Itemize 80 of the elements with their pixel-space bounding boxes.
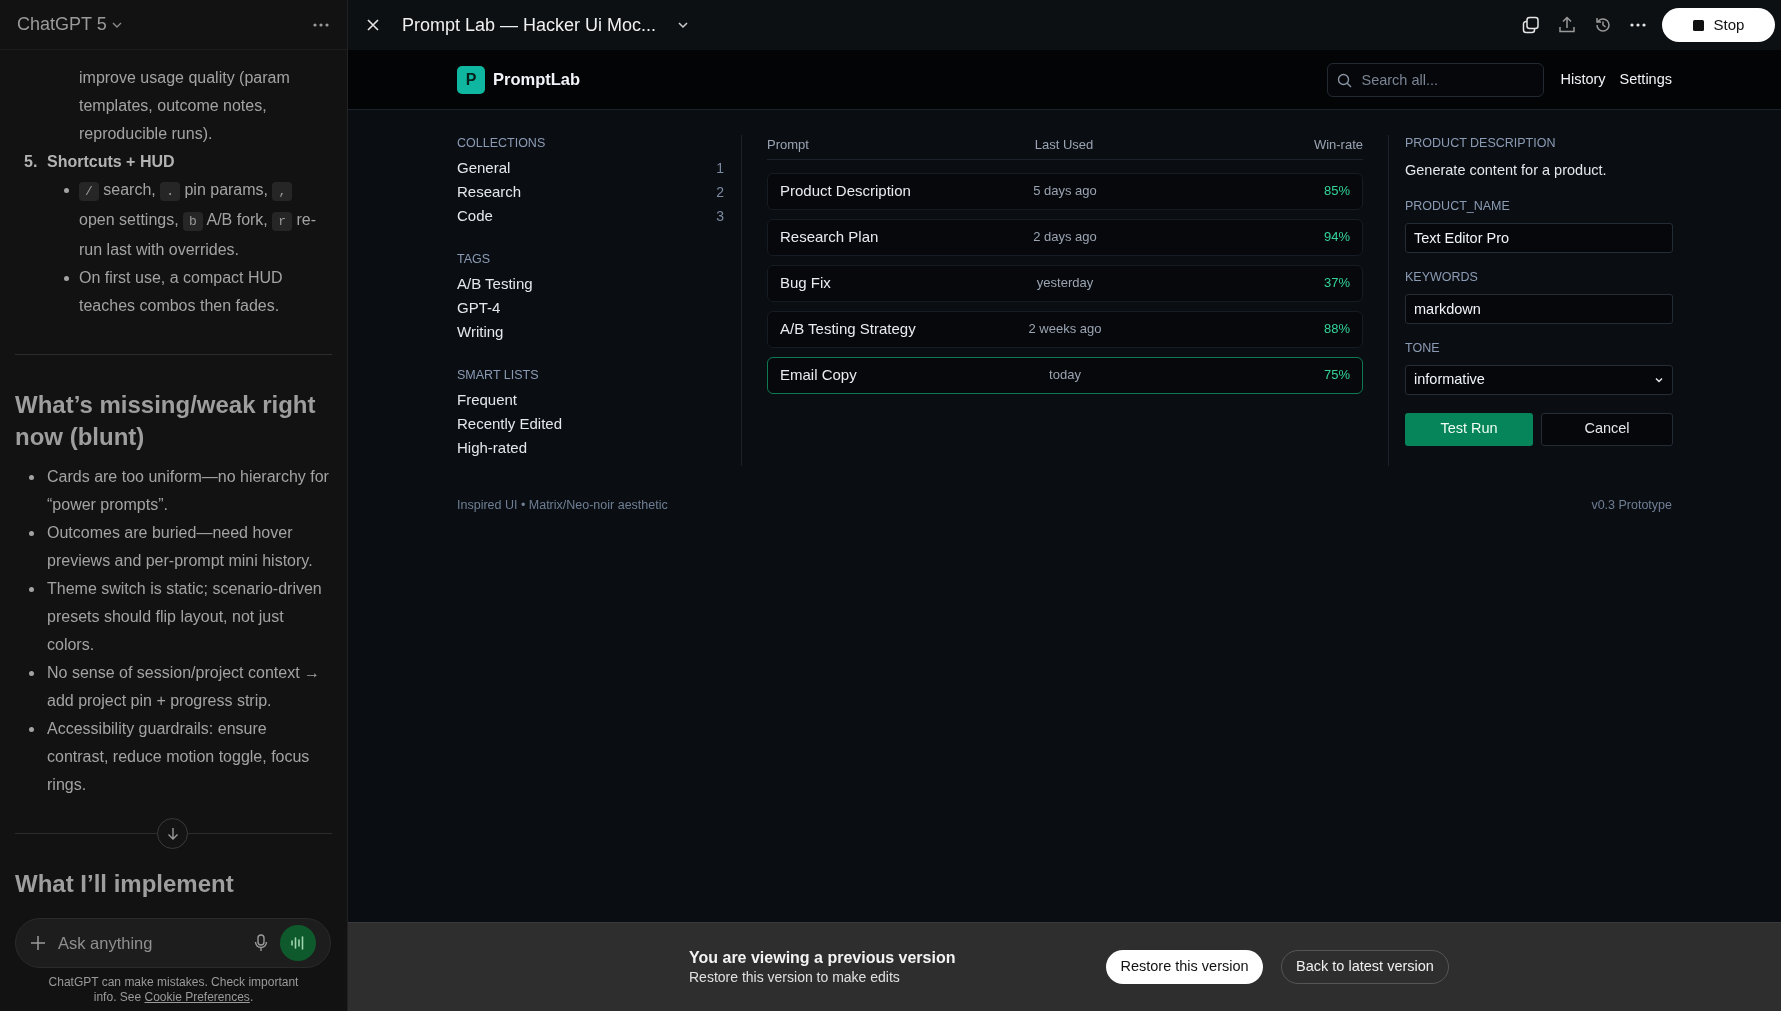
model-selector[interactable]: ChatGPT 5 (17, 11, 123, 38)
prompt-row[interactable]: Email Copy today 75% (767, 356, 1363, 394)
prompt-row[interactable]: Research Plan 2 days ago 94% (767, 218, 1363, 256)
disclaimer-text: ChatGPT can make mistakes. Check important info. See Cookie Preferences. (47, 975, 300, 1005)
plus-icon[interactable] (30, 935, 46, 951)
text-input[interactable]: markdown (1405, 293, 1673, 324)
column-header: Prompt (767, 136, 810, 154)
column-header: Last Used (1033, 136, 1095, 154)
field-label: TONE (1405, 339, 1441, 356)
copy-icon[interactable] (1522, 16, 1540, 34)
column-header: Win-rate (1312, 136, 1363, 154)
bullet-icon (63, 276, 69, 281)
sidebar-item[interactable]: General 1 (457, 156, 724, 180)
nav-link[interactable]: Settings (1619, 68, 1672, 91)
cancel-button[interactable]: Cancel (1541, 412, 1673, 446)
scroll-down-button[interactable] (157, 818, 188, 849)
list-heading: Shortcuts + HUD (47, 152, 175, 172)
text-input[interactable]: Text Editor Pro (1405, 222, 1673, 253)
tone-select[interactable]: informative (1405, 364, 1673, 395)
bullet-icon (28, 671, 34, 676)
sidebar-item[interactable]: Recently Edited (457, 412, 724, 436)
sidebar-item[interactable]: Frequent (457, 388, 724, 412)
message-field[interactable]: Ask anything (15, 918, 331, 968)
list-number: 5. (24, 152, 39, 172)
list-item-text: / search, . pin params, , open settings, b A/B fork, r re-run last with overrides. (79, 180, 318, 260)
history-icon[interactable] (1594, 16, 1612, 34)
banner-title: You are viewing a previous version (689, 948, 957, 968)
list-item-text: No sense of session/project context → add project pin + progress strip. (47, 663, 322, 711)
panel-title: PRODUCT DESCRIPTION (1405, 135, 1557, 151)
section-label: TAGS (457, 251, 492, 267)
waveform-icon (290, 936, 306, 950)
nav-link[interactable]: History (1560, 68, 1606, 91)
more-icon[interactable] (312, 21, 330, 28)
restore-button[interactable]: Restore this version (1106, 950, 1263, 984)
brand-name: PromptLab (493, 69, 581, 91)
section-heading: What’s missing/weak right now (blunt) (15, 390, 317, 452)
prompt-row[interactable]: Bug Fix yesterday 37% (767, 264, 1363, 302)
field-label: KEYWORDS (1405, 268, 1479, 285)
bullet-icon (28, 531, 34, 536)
sidebar-item[interactable]: A/B Testing (457, 272, 724, 296)
message-input[interactable]: Ask anything (58, 930, 242, 956)
artifact-title: Prompt Lab — Hacker Ui Moc... (402, 13, 657, 37)
search-field[interactable]: Search all... (1327, 62, 1545, 97)
list-item-text: Theme switch is static; scenario-driven presets should flip layout, not just colors. (47, 579, 323, 655)
close-icon[interactable] (366, 18, 380, 32)
sidebar-item[interactable]: Writing (457, 320, 724, 344)
description-text: Generate content for a product. (1405, 161, 1608, 180)
more-icon[interactable] (1630, 23, 1646, 27)
stop-icon (1692, 19, 1704, 31)
bullet-icon (28, 587, 34, 592)
section-label: COLLECTIONS (457, 135, 547, 151)
voice-button[interactable] (280, 925, 316, 961)
sidebar-item[interactable]: Code 3 (457, 204, 724, 228)
list-item-text: Outcomes are buried—need hover previews and per-prompt mini history. (47, 523, 314, 571)
list-item-text: Accessibility guardrails: ensure contrast, reduce motion toggle, focus rings. (47, 719, 311, 795)
section-label: SMART LISTS (457, 367, 540, 383)
footer-credit: Inspired UI • Matrix/Neo-noir aesthetic (457, 497, 668, 514)
sidebar-item[interactable]: GPT-4 (457, 296, 724, 320)
list-item-text: Cards are too uniform—no hierarchy for “power prompts”. (47, 467, 330, 515)
field-label: PRODUCT_NAME (1405, 197, 1511, 214)
share-icon[interactable] (1558, 16, 1576, 34)
search-icon (1337, 72, 1353, 88)
logo-icon: P (457, 65, 485, 94)
section-heading: What I’ll implement (15, 869, 235, 899)
arrow-down-icon (165, 826, 180, 841)
cookie-preferences-link[interactable]: Cookie Preferences (144, 990, 250, 1004)
bullet-icon (63, 188, 69, 193)
paragraph-text: improve usage quality (param templates, outcome notes, reproducible runs). (78, 68, 291, 144)
list-item-text: On first use, a compact HUD teaches combos then fades. (79, 268, 284, 316)
version-label: v0.3 Prototype (1591, 497, 1672, 514)
bullet-icon (28, 475, 34, 480)
banner-subtitle: Restore this version to make edits (689, 968, 901, 987)
bullet-icon (28, 727, 34, 732)
stop-button[interactable]: Stop (1662, 8, 1775, 42)
prompt-row[interactable]: Product Description 5 days ago 85% (767, 172, 1363, 210)
prompt-row[interactable]: A/B Testing Strategy 2 weeks ago 88% (767, 310, 1363, 348)
sidebar-item[interactable]: Research 2 (457, 180, 724, 204)
sidebar-item[interactable]: High-rated (457, 436, 724, 460)
microphone-icon[interactable] (254, 934, 268, 952)
test-run-button[interactable]: Test Run (1405, 412, 1533, 446)
